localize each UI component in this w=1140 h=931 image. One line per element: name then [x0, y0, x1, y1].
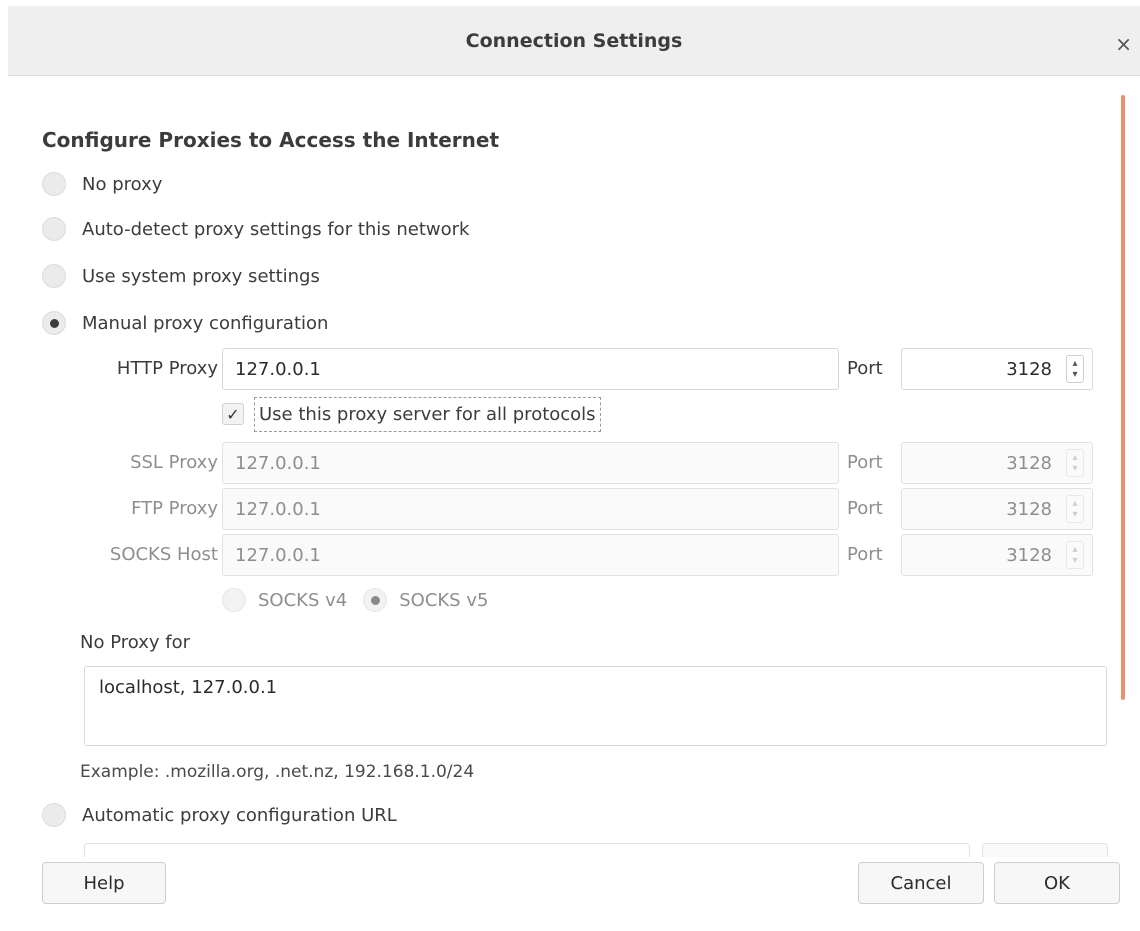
http-proxy-label: HTTP Proxy — [116, 358, 218, 379]
socks-host-input[interactable]: 127.0.0.1 — [222, 534, 839, 576]
option-system-proxy[interactable]: Use system proxy settings — [42, 262, 320, 290]
ftp-port-value: 3128 — [1006, 498, 1052, 520]
no-proxy-for-label: No Proxy for — [80, 632, 190, 653]
label-socks-v4: SOCKS v4 — [258, 589, 348, 611]
label-no-proxy: No proxy — [82, 173, 163, 195]
ftp-port-input[interactable]: 3128 ▴ ▾ — [901, 488, 1093, 530]
ssl-port-spinner[interactable]: ▴ ▾ — [1066, 449, 1084, 477]
http-port-spinner[interactable]: ▴ ▾ — [1066, 355, 1084, 383]
ftp-proxy-input[interactable]: 127.0.0.1 — [222, 488, 839, 530]
help-button[interactable]: Help — [42, 862, 166, 904]
socks-host-label: SOCKS Host — [109, 544, 218, 565]
radio-no-proxy[interactable] — [42, 172, 66, 196]
label-auto-detect: Auto-detect proxy settings for this netw… — [82, 218, 470, 240]
label-system-proxy: Use system proxy settings — [82, 265, 320, 287]
spin-up-icon[interactable]: ▴ — [1072, 358, 1077, 369]
label-manual-proxy: Manual proxy configuration — [82, 312, 329, 334]
option-manual-proxy[interactable]: Manual proxy configuration — [42, 309, 328, 337]
http-port-label: Port — [847, 358, 883, 379]
cancel-button[interactable]: Cancel — [858, 862, 984, 904]
no-proxy-example: Example: .mozilla.org, .net.nz, 192.168.… — [80, 762, 475, 782]
socks-version-group: SOCKS v4 SOCKS v5 — [222, 586, 488, 614]
socks-port-input[interactable]: 3128 ▴ ▾ — [901, 534, 1093, 576]
label-socks-v5: SOCKS v5 — [399, 589, 489, 611]
radio-system-proxy[interactable] — [42, 264, 66, 288]
http-port-value: 3128 — [1006, 358, 1052, 380]
share-proxy-label: Use this proxy server for all protocols — [254, 396, 601, 432]
reload-button[interactable] — [982, 843, 1108, 857]
http-proxy-input[interactable]: 127.0.0.1 — [222, 348, 839, 390]
socks-port-value: 3128 — [1006, 544, 1052, 566]
label-auto-config-url: Automatic proxy configuration URL — [82, 804, 397, 826]
ssl-port-value: 3128 — [1006, 452, 1052, 474]
dialog-titlebar: Connection Settings × — [8, 6, 1140, 76]
radio-socks-v4[interactable] — [222, 588, 246, 612]
check-icon: ✓ — [226, 404, 240, 424]
share-proxy-option[interactable]: ✓ Use this proxy server for all protocol… — [222, 392, 601, 436]
option-no-proxy[interactable]: No proxy — [42, 170, 162, 198]
ftp-proxy-label: FTP Proxy — [131, 498, 218, 519]
ssl-port-input[interactable]: 3128 ▴ ▾ — [901, 442, 1093, 484]
ftp-port-label: Port — [847, 498, 883, 519]
http-port-input[interactable]: 3128 ▴ ▾ — [901, 348, 1093, 390]
scrollbar-indicator[interactable] — [1121, 95, 1125, 700]
spin-down-icon[interactable]: ▾ — [1072, 369, 1077, 380]
auto-config-url-input[interactable] — [84, 843, 970, 857]
radio-socks-v5[interactable] — [363, 588, 388, 612]
radio-auto-detect[interactable] — [42, 217, 66, 241]
ssl-port-label: Port — [847, 452, 883, 473]
socks-port-label: Port — [847, 544, 883, 565]
ftp-port-spinner[interactable]: ▴ ▾ — [1066, 495, 1084, 523]
ssl-proxy-input[interactable]: 127.0.0.1 — [222, 442, 839, 484]
section-heading: Configure Proxies to Access the Internet — [42, 128, 500, 152]
socks-port-spinner[interactable]: ▴ ▾ — [1066, 541, 1084, 569]
ssl-proxy-label: SSL Proxy — [130, 452, 218, 473]
no-proxy-for-textarea[interactable]: localhost, 127.0.0.1 — [84, 666, 1107, 746]
close-icon[interactable]: × — [1115, 32, 1132, 56]
ok-button[interactable]: OK — [994, 862, 1120, 904]
option-auto-detect[interactable]: Auto-detect proxy settings for this netw… — [42, 215, 469, 243]
radio-auto-config-url[interactable] — [42, 803, 66, 827]
radio-manual-proxy[interactable] — [42, 311, 66, 335]
dialog-title: Connection Settings — [465, 30, 683, 52]
share-proxy-checkbox[interactable]: ✓ — [222, 403, 244, 425]
option-auto-config-url[interactable]: Automatic proxy configuration URL — [42, 801, 397, 829]
